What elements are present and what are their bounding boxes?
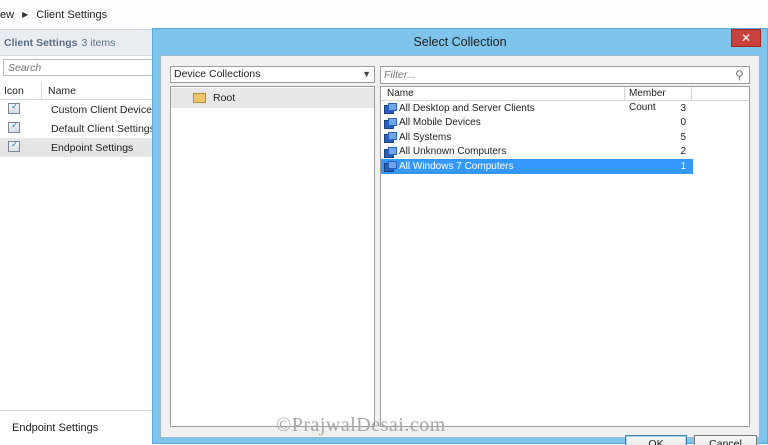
tree-item-root[interactable]: Root — [171, 88, 374, 108]
row-name: Default Client Settings — [51, 122, 152, 135]
dialog-body: Device Collections ▼ Root ⚲ Name Member … — [160, 55, 760, 445]
collection-list[interactable]: Name Member Count All Desktop and Server… — [380, 86, 750, 427]
column-header-member-count[interactable]: Member Count — [625, 87, 692, 113]
collection-type-value: Device Collections — [174, 68, 261, 80]
list-header: Name Member Count — [381, 87, 749, 113]
list-item[interactable]: All Systems 5 — [381, 130, 693, 145]
member-count: 3 — [680, 102, 686, 114]
column-header-name[interactable]: Name — [381, 87, 625, 100]
cancel-button[interactable]: Cancel — [694, 435, 757, 445]
member-count: 1 — [680, 160, 686, 172]
list-item[interactable]: All Desktop and Server Clients 3 — [381, 101, 693, 116]
ok-button[interactable]: OK — [625, 435, 687, 445]
collection-name: All Windows 7 Computers — [399, 160, 514, 172]
table-row[interactable]: Endpoint Settings — [0, 138, 156, 157]
collection-name: All Systems — [399, 131, 452, 143]
column-header-name[interactable]: Name — [42, 82, 76, 100]
device-collection-icon — [384, 132, 397, 144]
watermark: ©PrajwalDesai.com — [276, 414, 446, 436]
client-settings-icon — [8, 101, 20, 114]
list-item-selected[interactable]: All Windows 7 Computers 1 — [381, 159, 693, 174]
chevron-right-icon: ▶ — [22, 10, 29, 19]
device-collection-icon — [384, 117, 397, 129]
row-name: Custom Client Device S — [51, 103, 152, 116]
row-name: Endpoint Settings — [51, 141, 134, 154]
collection-tree[interactable]: Root — [170, 86, 375, 427]
list-item[interactable]: All Unknown Computers 2 — [381, 145, 693, 160]
filter-input[interactable] — [380, 66, 750, 84]
member-count: 0 — [680, 117, 686, 129]
client-settings-pane: Client Settings 3 items Icon Name Custom… — [0, 30, 156, 445]
member-count: 5 — [680, 131, 686, 143]
chevron-down-icon[interactable]: ▼ — [362, 67, 371, 82]
pane-header: Client Settings 3 items — [0, 30, 156, 56]
column-header-icon[interactable]: Icon — [0, 81, 42, 100]
select-collection-dialog: Select Collection ✕ Device Collections ▼… — [152, 28, 768, 445]
dialog-title: Select Collection — [413, 35, 507, 49]
device-collection-icon — [384, 146, 397, 158]
dialog-titlebar[interactable]: Select Collection ✕ — [153, 29, 767, 55]
device-collection-icon — [384, 103, 397, 115]
table-row[interactable]: Default Client Settings — [0, 119, 156, 138]
close-icon[interactable]: ✕ — [731, 29, 761, 47]
breadcrumb: ew ▶ Client Settings — [0, 0, 768, 30]
collection-name: All Mobile Devices — [399, 117, 481, 129]
pane-item-count: 3 items — [81, 36, 116, 49]
details-pane-title: Endpoint Settings — [0, 410, 156, 445]
search-input[interactable] — [3, 59, 156, 76]
member-count: 2 — [680, 146, 686, 158]
breadcrumb-current[interactable]: Client Settings — [36, 9, 107, 21]
tree-item-label: Root — [213, 92, 236, 104]
pane-title: Client Settings — [4, 36, 78, 49]
client-settings-icon — [8, 120, 20, 133]
list-item[interactable]: All Mobile Devices 0 — [381, 116, 693, 131]
breadcrumb-prev[interactable]: ew — [0, 9, 14, 21]
folder-icon — [193, 93, 206, 103]
client-settings-icon — [8, 139, 20, 152]
search-icon[interactable]: ⚲ — [735, 68, 744, 82]
column-headers: Icon Name — [0, 81, 156, 100]
collection-type-select[interactable]: Device Collections ▼ — [170, 66, 375, 83]
device-collection-icon — [384, 161, 397, 173]
collection-name: All Desktop and Server Clients — [399, 102, 535, 114]
collection-name: All Unknown Computers — [399, 146, 507, 158]
table-row[interactable]: Custom Client Device S — [0, 100, 156, 119]
